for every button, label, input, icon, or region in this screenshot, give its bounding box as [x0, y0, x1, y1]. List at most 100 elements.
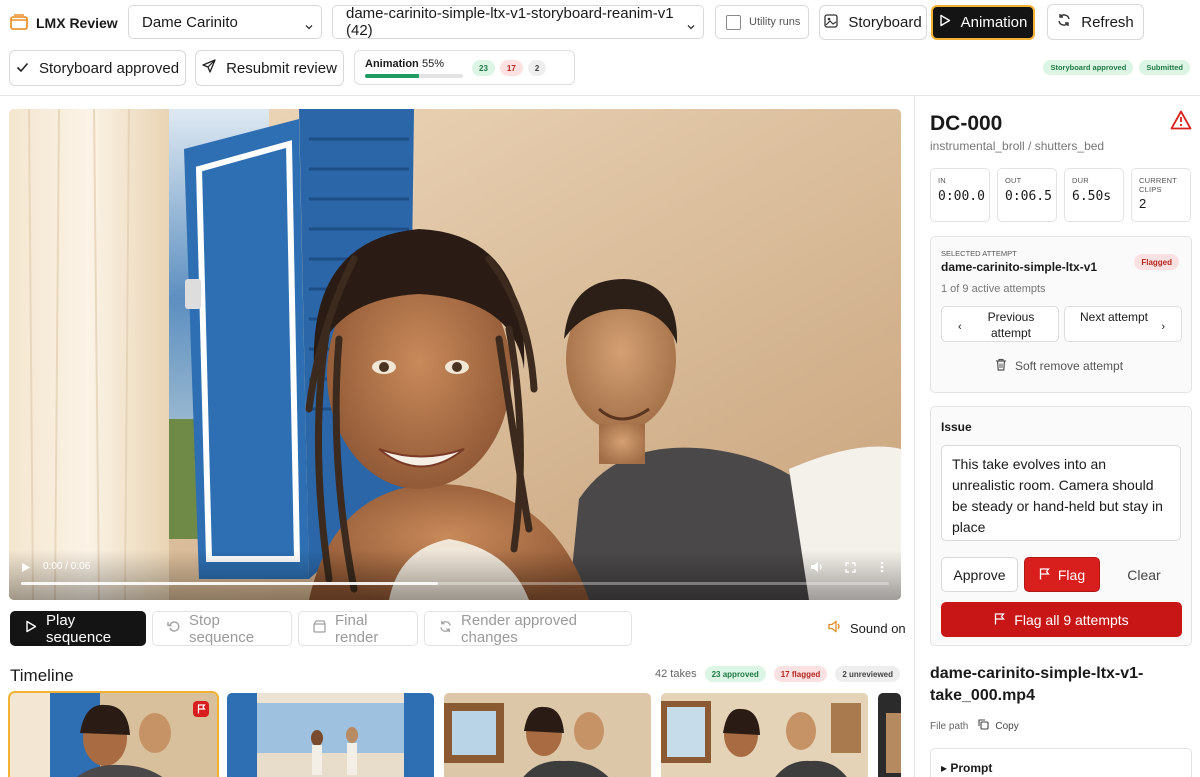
stat-out: OUT 0:06.5 [997, 168, 1057, 222]
run-select[interactable]: dame-carinito-simple-ltx-v1-storyboard-r… [332, 5, 704, 39]
copy-button[interactable]: Copy [978, 719, 1019, 733]
clapper-icon [313, 620, 326, 637]
timeline-title: Timeline [10, 666, 74, 685]
play-sequence-button[interactable]: Play sequence [10, 611, 146, 646]
prompt-disclosure[interactable]: ▸ Prompt [930, 748, 1192, 777]
check-icon [16, 60, 29, 77]
stat-value: 0:06.5 [1005, 189, 1052, 204]
stat-current-clips: CURRENT CLIPS 2 [1131, 168, 1191, 222]
stop-sequence-button[interactable]: Stop sequence [152, 611, 292, 646]
issue-textarea[interactable]: This take evolves into an unrealistic ro… [941, 445, 1181, 541]
video-controls [9, 550, 901, 600]
chevron-left-icon: ‹ [958, 321, 962, 333]
animation-button[interactable]: Animation [931, 5, 1035, 40]
previous-attempt-button[interactable]: ‹ Previous attempt [941, 306, 1059, 342]
play-icon [939, 14, 951, 31]
chevron-down-icon [305, 18, 313, 35]
stat-value: 6.50s [1072, 189, 1112, 204]
play-sequence-label: Play sequence [46, 611, 112, 646]
final-render-label: Final render [335, 611, 379, 646]
stat-label: CURRENT CLIPS [1139, 176, 1177, 194]
stat-label: IN [938, 176, 946, 185]
project-select-value: Dame Carinito [142, 13, 238, 31]
selected-attempt-card: SELECTED ATTEMPT dame-carinito-simple-lt… [930, 236, 1192, 393]
stat-label: DUR [1072, 176, 1089, 185]
refresh-button[interactable]: Refresh [1047, 4, 1144, 40]
submitted-badge: Submitted [1139, 60, 1190, 75]
clear-button[interactable]: Clear [1109, 557, 1179, 592]
timeline-clip[interactable] [8, 691, 219, 777]
chevron-right-icon: › [1161, 321, 1165, 333]
image-icon [824, 13, 838, 32]
video-scrubber[interactable] [21, 582, 889, 585]
stat-value: 2 [1139, 196, 1147, 211]
app-title: LMX Review [36, 15, 118, 31]
play-icon [25, 620, 37, 637]
stat-in: IN 0:00.0 [930, 168, 990, 222]
shot-id: DC-000 [930, 112, 1003, 135]
animation-progress: Animation 55% 23 17 2 [354, 50, 575, 85]
progress-track [365, 74, 463, 78]
approved-badge: 23 approved [704, 666, 766, 682]
timeline-clip[interactable] [227, 693, 434, 777]
flag-button[interactable]: Flag [1024, 557, 1100, 592]
refresh-icon [1057, 13, 1071, 31]
play-icon[interactable] [21, 560, 31, 576]
previous-attempt-label: Previous attempt [987, 310, 1035, 340]
status-badges: Storyboard approved Submitted [1043, 60, 1190, 75]
animation-label: Animation [960, 14, 1028, 31]
issue-card: Issue This take evolves into an unrealis… [930, 406, 1192, 646]
flag-icon [193, 701, 209, 717]
storyboard-approved-label: Storyboard approved [38, 59, 180, 77]
flag-icon [994, 612, 1006, 628]
attempt-status-badge: Flagged [1134, 254, 1179, 270]
file-path-label: File path [930, 720, 969, 732]
refresh-icon [439, 620, 452, 637]
render-approved-label: Render approved changes [461, 611, 577, 646]
storyboard-approved-badge: Storyboard approved [1043, 60, 1134, 75]
takes-count: 42 takes [655, 668, 697, 680]
timeline-clip[interactable] [878, 693, 901, 777]
next-attempt-label: Next attempt [1079, 310, 1149, 324]
selected-attempt-label: SELECTED ATTEMPT [941, 249, 1017, 258]
timeline-clip[interactable] [661, 693, 868, 777]
flag-all-button[interactable]: Flag all 9 attempts [941, 602, 1182, 637]
next-attempt-button[interactable]: Next attempt › [1064, 306, 1182, 342]
soft-remove-button[interactable]: Soft remove attempt [995, 358, 1123, 374]
storyboard-approved-button[interactable]: Storyboard approved [9, 50, 186, 86]
flag-all-label: Flag all 9 attempts [1014, 611, 1129, 628]
more-options-icon[interactable] [880, 560, 884, 576]
volume-icon[interactable] [810, 560, 823, 576]
approve-label: Approve [953, 566, 1006, 583]
clear-label: Clear [1127, 566, 1161, 583]
final-render-button[interactable]: Final render [298, 611, 418, 646]
attempt-count: 1 of 9 active attempts [941, 283, 1046, 295]
approve-button[interactable]: Approve [941, 557, 1018, 592]
issue-label: Issue [941, 420, 972, 434]
top-bar: LMX Review Dame Carinito dame-carinito-s… [0, 0, 1200, 96]
utility-runs-checkbox[interactable] [726, 14, 741, 30]
flag-icon [1039, 567, 1050, 583]
stop-sequence-label: Stop sequence [189, 611, 255, 646]
shot-detail-panel: DC-000 instrumental_broll / shutters_bed… [914, 96, 1200, 777]
timeline-summary: 42 takes 23 approved 17 flagged 2 unrevi… [655, 666, 900, 682]
refresh-label: Refresh [1081, 13, 1134, 31]
speaker-icon [828, 620, 842, 636]
video-player[interactable]: 0:00 / 0:06 [9, 109, 901, 600]
utility-runs-toggle[interactable]: Utility runs [715, 5, 809, 39]
flagged-count-badge: 17 [499, 60, 523, 76]
sound-toggle[interactable]: Sound on [828, 620, 906, 636]
run-select-value: dame-carinito-simple-ltx-v1-storyboard-r… [346, 5, 674, 39]
storyboard-button[interactable]: Storyboard [819, 5, 927, 40]
project-select[interactable]: Dame Carinito [128, 5, 322, 39]
brand: LMX Review [10, 12, 118, 34]
render-approved-button[interactable]: Render approved changes [424, 611, 632, 646]
fullscreen-icon[interactable] [845, 560, 856, 576]
warning-icon [1170, 110, 1192, 133]
resubmit-review-button[interactable]: Resubmit review [195, 50, 344, 86]
file-name: dame-carinito-simple-ltx-v1-take_000.mp4 [930, 665, 1144, 704]
progress-percent: 55% [422, 58, 445, 70]
timeline-clip[interactable] [444, 693, 651, 777]
sound-label: Sound on [850, 620, 906, 636]
video-time: 0:00 / 0:06 [43, 561, 91, 572]
